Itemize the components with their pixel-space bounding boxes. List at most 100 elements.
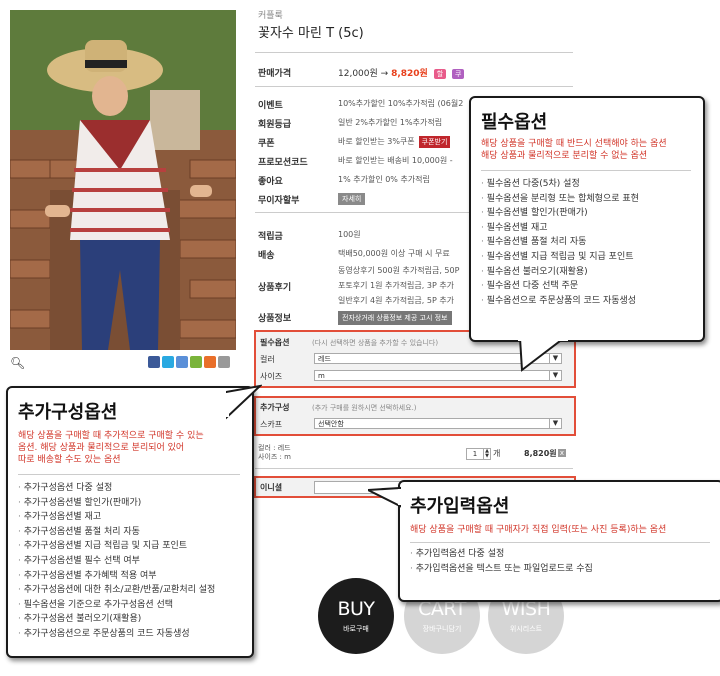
size-select-value: m [318,372,325,380]
product-info-notice[interactable]: 전자상거래 상품정보 제공 고시 정보 [338,311,452,325]
callout-additional-desc3: 따로 배송할 수도 있는 옵션 [18,455,121,465]
like-label: 좋아요 [258,177,283,187]
promo-code-label: 프로모션코드 [258,158,308,168]
twitter-icon[interactable] [162,356,174,368]
coupon-value: 바로 할인받는 3%쿠폰 쿠폰받기 [338,136,451,148]
callout-tail [368,486,402,508]
review-line-photo: 포토후기 1원 추가적립금, 3P 추가 [338,281,455,290]
callout-additional-list: 추가구성옵션 다중 설정 추가구성옵션별 할인가(판매가) 추가구성옵션별 재고… [18,481,240,642]
like-value: 1% 추가할인 0% 추가적립 [338,175,430,184]
product-title: 꽃자수 마린 T (5c) [258,26,364,41]
list-item: 필수옵션을 기준으로 추가구성옵션 선택 [18,598,240,613]
summary-price: 8,820원 [524,449,557,458]
review-label: 상품후기 [258,283,292,293]
required-option-heading: 필수옵션 [260,338,290,347]
list-item: 필수옵션별 할인가(판매가) [481,206,691,221]
installment-value: 자세히 [338,193,366,205]
callout-additional-desc2: 옵션. 해당 상품과 물리적으로 분리되어 있어 [18,443,185,453]
scarf-label: 스카프 [260,420,283,429]
list-item: 추가입력옵션을 텍스트 또는 파일업로드로 수집 [410,562,710,577]
price-original: 12,000원 [338,69,378,79]
size-label: 사이즈 [260,372,283,381]
selected-option-summary: 컬러 : 레드 사이즈 : m [258,444,291,462]
list-item: 추가구성옵션별 지급 적립금 및 지급 포인트 [18,539,240,554]
breadcrumb[interactable]: 커플룩 [258,8,283,21]
coupon-value-text: 바로 할인받는 3%쿠폰 [338,137,415,146]
input-option-callout: 추가입력옵션 해당 상품을 구매할 때 구매자가 직접 입력(또는 사진 등록)… [398,480,720,602]
list-item: 추가구성옵션별 재고 [18,510,240,525]
additional-option-note: (추가 구매를 원하시면 선택하세요.) [312,404,417,412]
price-sale: 8,820원 [391,69,428,79]
callout-tail [518,338,568,372]
list-item: 필수옵션 불러오기(재활용) [481,265,691,280]
kakao-icon[interactable] [204,356,216,368]
callout-input-list: 추가입력옵션 다중 설정 추가입력옵션을 텍스트 또는 파일업로드로 수집 [410,547,710,576]
list-item: 추가입력옵션 다중 설정 [410,547,710,562]
initial-label: 이니셜 [260,483,283,492]
me2day-icon[interactable] [176,356,188,368]
promo-code-value: 바로 할인받는 배송비 10,000원 - [338,156,453,165]
cart-button-sublabel: 장바구니담기 [422,625,462,633]
list-item: 필수옵션 다중 선택 주문 [481,279,691,294]
callout-required-desc1: 해당 상품을 구매할 때 반드시 선택해야 하는 옵션 [481,139,667,149]
google-icon[interactable] [190,356,202,368]
coupon-download-button[interactable]: 쿠폰받기 [418,136,451,148]
callout-required-title: 필수옵션 [481,112,548,133]
list-item: 추가구성옵션 다중 설정 [18,481,240,496]
product-info-label: 상품정보 [258,314,292,324]
required-option-callout: 필수옵션 해당 상품을 구매할 때 반드시 선택해야 하는 옵션 해당 상품과 … [469,96,705,342]
discount-badge: 할 [433,69,447,79]
list-item: 필수옵션을 분리형 또는 합체형으로 표현 [481,192,691,207]
callout-additional-title: 추가구성옵션 [18,402,118,423]
event-label: 이벤트 [258,101,283,111]
list-item: 추가구성옵션에 대한 취소/교환/반품/교환처리 설정 [18,583,240,598]
member-grade-value: 일반 2%추가할인 1%추가적립 [338,118,443,127]
list-item: 필수옵션별 품절 처리 자동 [481,235,691,250]
price-value: 12,000원 → 8,820원 할 쿠 [338,66,465,79]
wish-button-sublabel: 위시리스트 [509,625,543,633]
quantity-stepper[interactable]: ▲ ▼ [483,448,491,460]
facebook-icon[interactable] [148,356,160,368]
chevron-down-icon: ▼ [549,371,561,380]
sns-share-bar [148,356,230,368]
points-value: 100원 [338,230,361,239]
callout-input-desc1: 해당 상품을 구매할 때 구매자가 직접 입력(또는 사진 등록)하는 옵션 [410,525,667,535]
summary-color: 컬러 : 레드 [258,444,291,452]
additional-option-callout: 추가구성옵션 해당 상품을 구매할 때 추가적으로 구매할 수 있는 옵션. 해… [6,386,254,658]
member-grade-label: 회원등급 [258,120,292,130]
color-select-value: 레드 [318,355,331,363]
callout-additional-desc1: 해당 상품을 구매할 때 추가적으로 구매할 수 있는 [18,431,204,441]
share-icon[interactable] [218,356,230,368]
coupon-badge: 쿠 [452,69,465,79]
price-arrow: → [380,69,389,79]
buy-button-label: BUY [337,598,375,620]
installment-detail-button[interactable]: 자세히 [338,193,366,205]
list-item: 필수옵션으로 주문상품의 코드 자동생성 [481,294,691,309]
additional-option-heading: 추가구성 [260,403,290,412]
zoom-icon[interactable]: 🔍︎ [10,356,25,370]
additional-option-box: 추가구성 (추가 구매를 원하시면 선택하세요.) 스카프 선택안함 ▼ [254,396,576,436]
shipping-value: 택배50,000원 이상 구매 시 무료 [338,249,450,258]
list-item: 추가구성옵션별 할인가(판매가) [18,496,240,511]
quantity-unit: 개 [493,449,501,458]
points-label: 적립금 [258,232,283,242]
callout-tail [226,384,262,420]
remove-item-button[interactable]: x [558,449,566,457]
callout-required-list: 필수옵션 다중(5차) 설정 필수옵션을 분리형 또는 합체형으로 표현 필수옵… [481,177,691,308]
review-line-text: 일반후기 4원 추가적립금, 5P 추가 [338,296,455,305]
list-item: 추가구성옵션 불러오기(재활용) [18,612,240,627]
shipping-label: 배송 [258,251,275,261]
scarf-select[interactable]: 선택안함 ▼ [314,418,562,429]
summary-size: 사이즈 : m [258,453,291,461]
list-item: 추가구성옵션으로 주문상품의 코드 자동생성 [18,627,240,642]
buy-button-sublabel: 바로구매 [343,625,369,633]
chevron-down-icon: ▼ [549,419,561,428]
list-item: 추가구성옵션별 품절 처리 자동 [18,525,240,540]
price-label: 판매가격 [258,69,292,79]
quantity-input[interactable]: 1 [466,448,484,460]
buy-button[interactable]: BUY 바로구매 [318,578,394,654]
event-value: 10%추가할인 10%추가적립 (06월2 [338,99,464,108]
list-item: 필수옵션 다중(5차) 설정 [481,177,691,192]
list-item: 추가구성옵션별 필수 선택 여부 [18,554,240,569]
list-item: 필수옵션별 재고 [481,221,691,236]
